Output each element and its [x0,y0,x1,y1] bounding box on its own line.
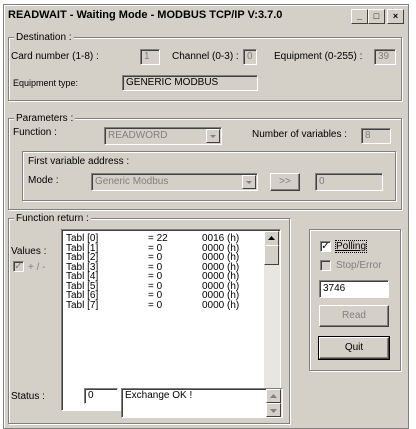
list-item-eq: = 0 [148,299,163,311]
values-label: Values : [11,246,47,257]
maximize-button[interactable]: □ [368,9,385,24]
scroll-thumb[interactable] [264,245,279,265]
equipment-type-field: GENERIC MODBUS [122,75,258,91]
mode-label: Mode : [28,175,59,186]
list-item-name: Tabl [4] [66,271,99,282]
address-go-button[interactable]: >> [270,173,300,191]
list-item-eq: = 22 [148,233,168,244]
status-message: Exchange OK ! [125,390,193,401]
status-message-field: Exchange OK ! [121,388,283,418]
main-window: READWAIT - Waiting Mode - MODBUS TCP/IP … [3,4,409,429]
destination-legend: Destination : [14,32,74,43]
function-combo[interactable]: READWORD [104,127,222,145]
plus-minus-label: + / - [28,262,46,273]
close-button[interactable]: × [387,9,404,24]
channel-field[interactable]: 0 [243,49,257,65]
number-of-variables-field[interactable]: 8 [361,128,391,144]
polling-counter-field: 3746 [319,280,389,298]
list-item-name: Tabl [0] [66,233,99,244]
polling-checkbox[interactable]: ✓ [320,241,331,252]
status-scroll-down[interactable] [266,403,281,417]
title-bar[interactable]: READWAIT - Waiting Mode - MODBUS TCP/IP … [5,6,407,25]
quit-button[interactable]: Quit [318,336,390,360]
list-item-name: Tabl [6] [66,290,99,301]
list-item-eq: = 0 [148,271,163,282]
address-field[interactable]: 0 [315,173,383,191]
list-item-hex: 0000 (h) [202,290,240,301]
arrow-down-icon [270,409,277,413]
stop-error-label: Stop/Error [336,260,382,271]
list-item-hex: 0000 (h) [202,271,240,282]
parameters-legend: Parameters : [14,113,76,124]
mode-value: Generic Modbus [95,176,169,187]
minimize-button[interactable]: _ [351,9,368,24]
stop-error-checkbox[interactable] [320,260,331,271]
window-title: READWAIT - Waiting Mode - MODBUS TCP/IP … [8,9,283,21]
status-code-field: 0 [84,388,118,404]
destination-group [8,37,402,101]
list-item-name: Tabl [7] [66,299,99,311]
status-scroll-up[interactable] [266,389,281,403]
polling-label[interactable]: Polling [334,240,368,253]
list-item-hex: 0000 (h) [202,252,240,263]
first-variable-address-label: First variable address : [28,156,130,167]
equipment-label: Equipment (0-255) : [274,51,363,62]
scroll-up-button[interactable] [264,231,279,246]
arrow-up-icon [270,394,277,398]
status-label: Status : [11,391,45,402]
arrow-up-icon [268,236,275,240]
values-scrollbar[interactable] [264,231,280,409]
list-item-hex: 0016 (h) [202,233,240,244]
values-listbox[interactable]: Tabl [0] = 22 0016 (h) Tabl [1] = 0 0000 (h) T… [61,229,281,411]
list-item-hex: 0000 (h) [202,299,240,311]
function-label: Function : [13,127,57,138]
number-of-variables-label: Number of variables : [252,129,348,140]
function-value: READWORD [108,130,168,141]
channel-label: Channel (0-3) : [172,51,239,62]
list-item-eq: = 0 [148,290,163,301]
status-scrollbar[interactable] [266,389,282,417]
read-button[interactable]: Read [319,305,389,327]
card-number-field[interactable]: 1 [140,49,160,65]
equipment-field[interactable]: 39 [374,49,396,65]
list-item-eq: = 0 [148,252,163,263]
plus-minus-checkbox[interactable]: ✓ [13,261,24,272]
function-return-legend: Function return : [14,213,91,224]
equipment-type-label: Equipment type: [13,78,79,88]
chevron-down-icon[interactable] [206,129,220,143]
chevron-down-icon[interactable] [242,175,256,189]
list-item-name: Tabl [2] [66,252,99,263]
mode-combo[interactable]: Generic Modbus [91,173,258,191]
card-number-label: Card number (1-8) : [11,51,99,62]
